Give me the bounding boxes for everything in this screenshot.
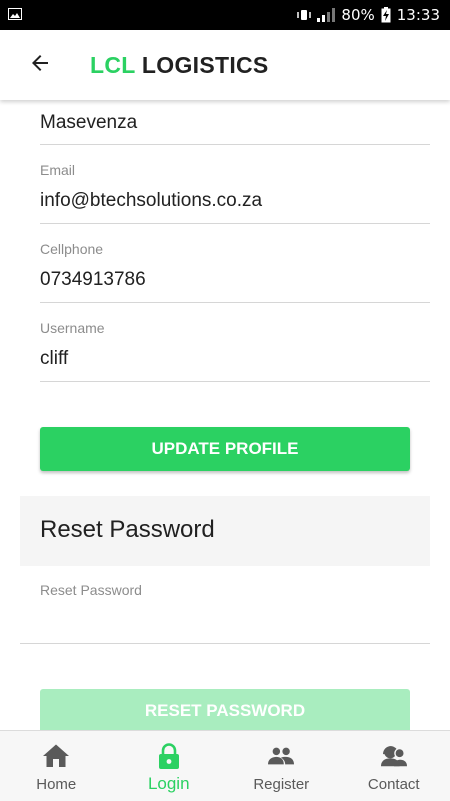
reset-password-label: Reset Password <box>40 582 142 598</box>
surname-field[interactable]: Masevenza <box>40 100 430 145</box>
reset-password-section-header: Reset Password <box>20 496 430 566</box>
gallery-notification-icon <box>8 6 22 24</box>
reset-password-button[interactable]: RESET PASSWORD <box>40 689 410 730</box>
app-title-brand: LCL <box>90 52 135 78</box>
cellphone-label: Cellphone <box>40 241 103 257</box>
nav-home[interactable]: Home <box>0 731 113 801</box>
contact-icon <box>381 743 407 769</box>
nav-login[interactable]: Login <box>113 731 226 801</box>
battery-percentage: 80% <box>341 6 374 24</box>
app-title: LCL LOGISTICS <box>90 52 269 79</box>
email-label: Email <box>40 162 75 178</box>
surname-value[interactable]: Masevenza <box>40 112 137 134</box>
arrow-left-icon <box>28 51 52 80</box>
bottom-nav: Home Login Register Contact <box>0 730 450 801</box>
username-value[interactable]: cliff <box>40 348 68 370</box>
cellphone-field[interactable]: Cellphone 0734913786 <box>40 237 430 303</box>
people-icon <box>268 743 294 769</box>
home-icon <box>43 743 69 769</box>
app-title-rest: LOGISTICS <box>142 52 269 78</box>
username-field[interactable]: Username cliff <box>40 316 430 382</box>
status-bar: 80% 13:33 <box>0 0 450 30</box>
nav-login-label: Login <box>148 774 190 794</box>
battery-charging-icon <box>381 7 391 23</box>
clock: 13:33 <box>397 6 440 24</box>
email-field[interactable]: Email info@btechsolutions.co.za <box>40 158 430 224</box>
reset-password-title: Reset Password <box>40 516 215 544</box>
signal-icon <box>317 8 335 22</box>
update-profile-button[interactable]: UPDATE PROFILE <box>40 427 410 471</box>
app-bar: LCL LOGISTICS <box>0 30 450 100</box>
reset-password-field[interactable]: Reset Password <box>20 578 430 644</box>
email-value[interactable]: info@btechsolutions.co.za <box>40 190 262 212</box>
profile-form: Masevenza Email info@btechsolutions.co.z… <box>0 100 450 730</box>
lock-icon <box>156 743 182 769</box>
nav-contact[interactable]: Contact <box>338 731 450 801</box>
cellphone-value[interactable]: 0734913786 <box>40 269 146 291</box>
nav-register-label: Register <box>253 776 309 793</box>
vibrate-icon <box>297 8 311 22</box>
nav-register[interactable]: Register <box>225 731 338 801</box>
back-button[interactable] <box>20 45 60 85</box>
username-label: Username <box>40 320 105 336</box>
nav-home-label: Home <box>36 776 76 793</box>
nav-contact-label: Contact <box>368 776 420 793</box>
